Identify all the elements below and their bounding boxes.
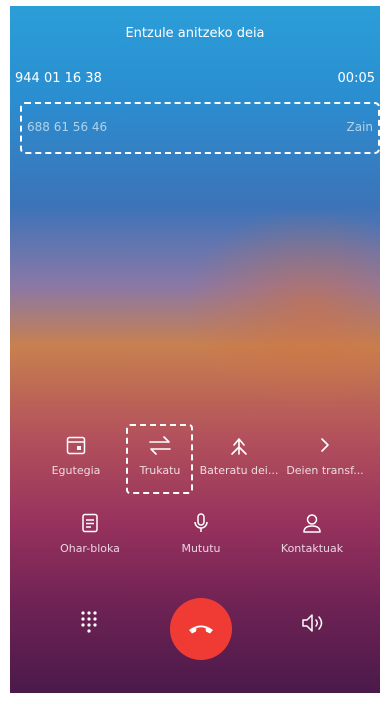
- end-call-icon: [187, 620, 215, 639]
- contacts-icon: [268, 512, 356, 534]
- notepad-icon: [46, 512, 134, 534]
- contacts-label: Kontaktuak: [280, 542, 344, 555]
- call-title: Entzule anitzeko deia: [125, 26, 265, 41]
- held-call-row[interactable]: 688 61 56 46 Zain: [20, 102, 380, 154]
- swap-highlight: [126, 424, 193, 494]
- calendar-icon: [32, 434, 120, 456]
- mute-label: Mututu: [181, 542, 221, 555]
- microphone-icon: [157, 512, 245, 534]
- active-call-number: 944 01 16 38: [15, 71, 102, 86]
- speaker-icon[interactable]: [300, 612, 326, 638]
- call-timer: 00:05: [337, 71, 375, 86]
- mute-button[interactable]: Mututu: [157, 512, 245, 555]
- calendar-button[interactable]: Egutegia: [32, 434, 120, 477]
- merge-calls-label: Bateratu dei...: [199, 464, 279, 477]
- call-transfer-button[interactable]: Deien transf...: [280, 434, 370, 477]
- chevron-right-icon: [280, 434, 370, 456]
- active-call-row: 944 01 16 38 00:05: [15, 71, 375, 86]
- call-screen: Entzule anitzeko deia 944 01 16 38 00:05…: [10, 6, 380, 693]
- notepad-label: Ohar-bloka: [60, 542, 120, 555]
- contacts-button[interactable]: Kontaktuak: [268, 512, 356, 555]
- held-call-status: Zain: [346, 120, 373, 134]
- call-transfer-label: Deien transf...: [286, 464, 364, 477]
- bottom-bar: [10, 598, 380, 660]
- calendar-label: Egutegia: [51, 464, 101, 477]
- dialpad-icon[interactable]: [80, 610, 98, 640]
- merge-calls-button[interactable]: Bateratu dei...: [198, 434, 280, 477]
- held-call-number: 688 61 56 46: [27, 120, 108, 134]
- end-call-button[interactable]: [170, 598, 232, 660]
- notepad-button[interactable]: Ohar-bloka: [46, 512, 134, 555]
- merge-icon: [198, 434, 280, 456]
